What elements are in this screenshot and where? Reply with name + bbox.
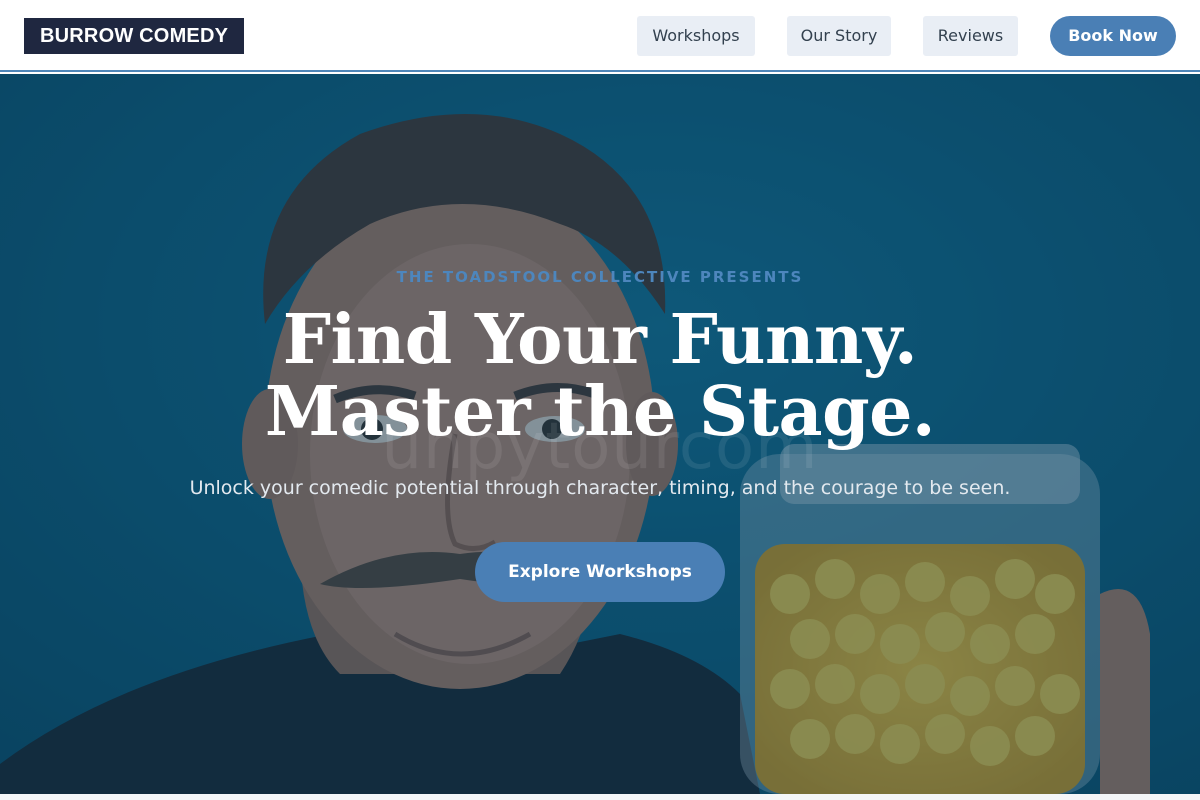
brand-logo[interactable]: BURROW COMEDY bbox=[24, 18, 245, 54]
site-header: BURROW COMEDY Workshops Our Story Review… bbox=[0, 0, 1200, 72]
nav-item-our-story[interactable]: Our Story bbox=[787, 16, 891, 56]
page-bottom-strip bbox=[0, 794, 1200, 800]
nav-item-workshops[interactable]: Workshops bbox=[637, 16, 755, 56]
nav-item-reviews[interactable]: Reviews bbox=[923, 16, 1018, 56]
hero-section: unpytourcom THE TOADSTOOL COLLECTIVE PRE… bbox=[0, 74, 1200, 794]
explore-workshops-button[interactable]: Explore Workshops bbox=[475, 542, 725, 602]
hero-headline: Find Your Funny. Master the Stage. bbox=[264, 300, 936, 452]
hero-subtitle: Unlock your comedic potential through ch… bbox=[189, 477, 1011, 499]
book-now-button[interactable]: Book Now bbox=[1050, 16, 1176, 56]
hero-eyebrow: THE TOADSTOOL COLLECTIVE PRESENTS bbox=[396, 268, 804, 286]
